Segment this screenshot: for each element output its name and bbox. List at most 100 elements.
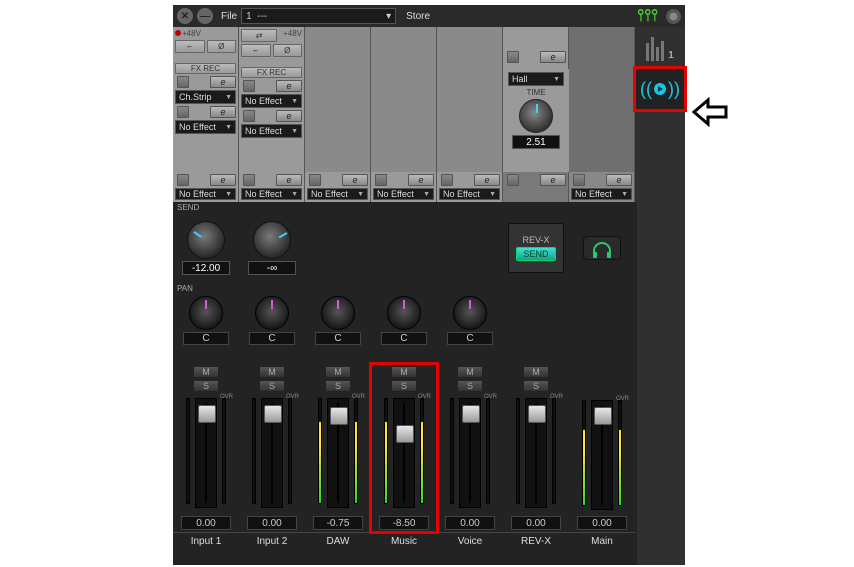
fx1-select[interactable]: No Effect▼ xyxy=(175,120,236,134)
pan-knob[interactable] xyxy=(189,296,223,330)
fader-track[interactable] xyxy=(327,398,349,508)
fx2-edit-daw[interactable]: e xyxy=(342,174,368,186)
fx2-edit[interactable]: e xyxy=(210,174,236,186)
mute-button[interactable]: M xyxy=(457,366,483,378)
fx2-edit-revx[interactable]: e xyxy=(540,174,566,186)
solo-button[interactable]: S xyxy=(391,380,417,392)
fader-track[interactable] xyxy=(261,398,283,508)
send-knob-1[interactable] xyxy=(187,221,225,259)
mute-button[interactable]: M xyxy=(325,366,351,378)
pan-knob[interactable] xyxy=(255,296,289,330)
gear-icon[interactable] xyxy=(666,9,681,24)
mute-button[interactable]: M xyxy=(391,366,417,378)
minimize-icon[interactable]: — xyxy=(197,8,213,24)
fx1-edit[interactable]: e xyxy=(210,106,236,118)
fx2-power[interactable] xyxy=(177,174,189,186)
fader-value: -0.75 xyxy=(313,516,363,530)
chstrip-power[interactable] xyxy=(177,76,189,88)
reverb-type[interactable]: Hall▼ xyxy=(508,72,564,86)
pan-value: C xyxy=(249,332,295,345)
phantom-48v[interactable]: +48V xyxy=(175,29,201,38)
fx1-power-2[interactable] xyxy=(243,110,255,122)
chstrip-edit-2[interactable]: e xyxy=(276,80,302,92)
hpf-button[interactable]: ⌐ xyxy=(175,40,205,53)
fx2-power-music[interactable] xyxy=(375,174,387,186)
close-icon[interactable]: ✕ xyxy=(177,8,193,24)
streaming-button[interactable]: (()) xyxy=(636,69,684,109)
fx2-select[interactable]: No Effect▼ xyxy=(175,188,236,200)
chstrip-select-2[interactable]: No Effect▼ xyxy=(241,94,302,108)
fader-track[interactable] xyxy=(525,398,547,508)
pan-knob[interactable] xyxy=(321,296,355,330)
fader-cell: M S OVR 0.00 xyxy=(239,364,305,532)
phase-button-2[interactable]: Ø xyxy=(273,44,303,57)
headphone-button[interactable] xyxy=(583,236,621,260)
fx2-select-main[interactable]: No Effect▼ xyxy=(571,188,632,200)
fader-track[interactable] xyxy=(393,398,415,508)
fader-cap[interactable] xyxy=(528,405,546,423)
chstrip-edit[interactable]: e xyxy=(210,76,236,88)
pan-cell: C xyxy=(239,294,305,364)
reverb-time-knob[interactable] xyxy=(519,99,553,133)
mute-button[interactable]: M xyxy=(259,366,285,378)
link-button[interactable]: ⇄ xyxy=(241,29,277,42)
store-button[interactable]: Store xyxy=(406,11,430,22)
fx2-edit-voice[interactable]: e xyxy=(474,174,500,186)
fx2-edit-main[interactable]: e xyxy=(606,174,632,186)
fxrec-button-2[interactable]: FX REC xyxy=(241,67,302,78)
revx-power[interactable] xyxy=(507,51,519,63)
revx-edit[interactable]: e xyxy=(540,51,566,63)
phantom-48v-2[interactable]: +48V xyxy=(283,29,302,42)
fader-track[interactable] xyxy=(195,398,217,508)
fader-cap[interactable] xyxy=(264,405,282,423)
fx2-power-2[interactable] xyxy=(243,174,255,186)
solo-button[interactable]: S xyxy=(259,380,285,392)
pan-label: PAN xyxy=(173,283,637,294)
solo-button[interactable]: S xyxy=(193,380,219,392)
pan-knob[interactable] xyxy=(453,296,487,330)
fader-cap[interactable] xyxy=(594,407,612,425)
hpf-button-2[interactable]: ⌐ xyxy=(241,44,271,57)
fx1-power[interactable] xyxy=(177,106,189,118)
lower-section: SEND -12.00 -∞ REV-XSEND PAN CCCCC M S O… xyxy=(173,202,637,565)
phase-button[interactable]: Ø xyxy=(207,40,237,53)
fx2-edit-2[interactable]: e xyxy=(276,174,302,186)
fx2-select-daw[interactable]: No Effect▼ xyxy=(307,188,368,200)
mixer-icon[interactable]: 1 xyxy=(644,33,676,61)
mute-button[interactable]: M xyxy=(523,366,549,378)
fader-cap[interactable] xyxy=(396,425,414,443)
fx2-select-voice[interactable]: No Effect▼ xyxy=(439,188,500,200)
fx1-edit-2[interactable]: e xyxy=(276,110,302,122)
preset-number: 1 xyxy=(246,11,252,22)
fx1-select-2[interactable]: No Effect▼ xyxy=(241,124,302,138)
fx2-power-main[interactable] xyxy=(573,174,585,186)
fx2-power-revx[interactable] xyxy=(507,174,519,186)
chstrip-select[interactable]: Ch.Strip▼ xyxy=(175,90,236,104)
revx-send-button[interactable]: SEND xyxy=(516,247,555,261)
fader-cap[interactable] xyxy=(462,405,480,423)
channel-label: DAW xyxy=(305,532,371,550)
fx2-select-music[interactable]: No Effect▼ xyxy=(373,188,434,200)
fader-track[interactable] xyxy=(591,400,613,510)
fx2-power-daw[interactable] xyxy=(309,174,321,186)
level-meter-r xyxy=(420,398,424,504)
mixer-view-icon[interactable]: ⫯⫯⫯ xyxy=(637,7,658,25)
file-menu[interactable]: File xyxy=(221,11,237,22)
preset-selector[interactable]: 1 --- ▾ xyxy=(241,8,396,24)
mute-button[interactable]: M xyxy=(193,366,219,378)
chstrip-power-2[interactable] xyxy=(243,80,255,92)
fader-cap[interactable] xyxy=(198,405,216,423)
fader-track[interactable] xyxy=(459,398,481,508)
send-knob-2[interactable] xyxy=(253,221,291,259)
solo-button[interactable]: S xyxy=(325,380,351,392)
fx2-edit-music[interactable]: e xyxy=(408,174,434,186)
fx2-power-voice[interactable] xyxy=(441,174,453,186)
send-val-2: -∞ xyxy=(248,261,296,275)
pan-knob[interactable] xyxy=(387,296,421,330)
solo-button[interactable]: S xyxy=(457,380,483,392)
fader-cap[interactable] xyxy=(330,407,348,425)
broadcast-icon: (()) xyxy=(640,79,680,100)
fxrec-button[interactable]: FX REC xyxy=(175,63,236,74)
solo-button[interactable]: S xyxy=(523,380,549,392)
fx2-select-2[interactable]: No Effect▼ xyxy=(241,188,302,200)
